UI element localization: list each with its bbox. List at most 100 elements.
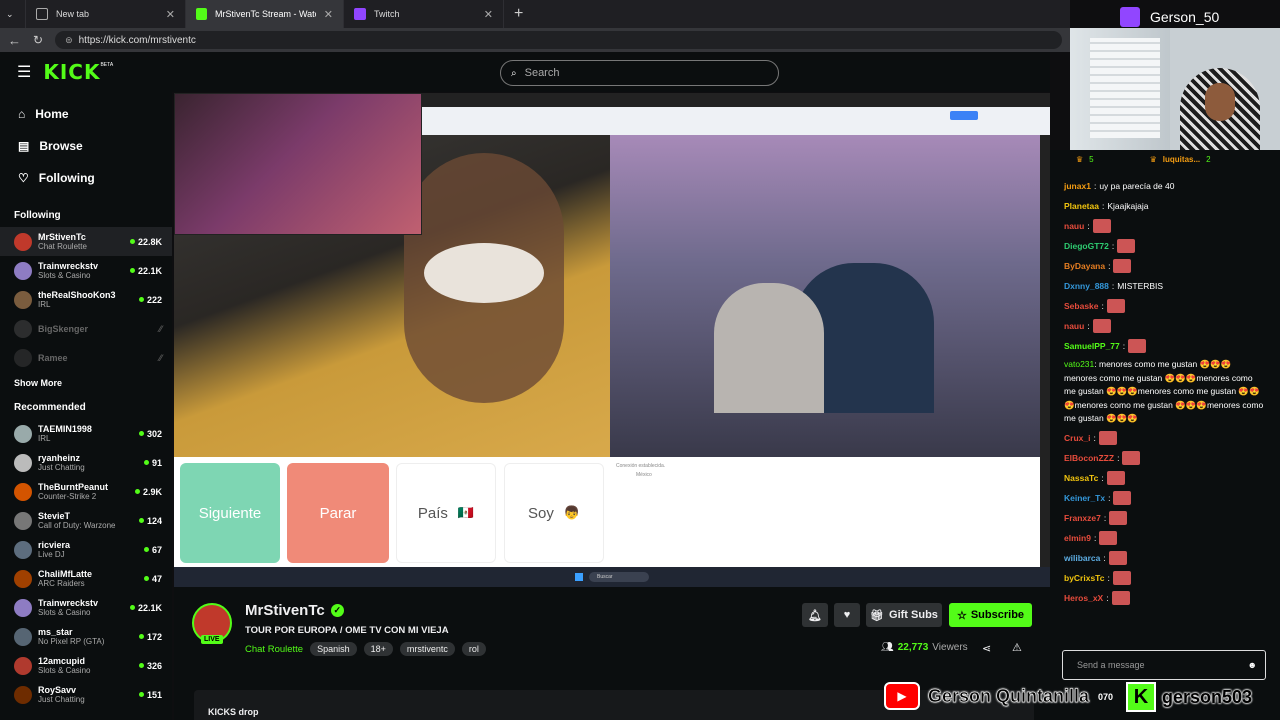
tag-mrstiventc[interactable]: mrstiventc [399, 642, 455, 656]
chat-username[interactable]: wilibarca [1064, 548, 1100, 568]
chat-username[interactable]: Planetaa [1064, 196, 1099, 216]
browser-tab-bar: ⌄ New tab ✕ MrStivenTc Stream - Watch Li… [0, 0, 1070, 28]
chat-username[interactable]: Franxze7 [1064, 508, 1101, 528]
sidebar-channel-ms_star[interactable]: ms_star No Pixel RP (GTA) 172 [0, 622, 172, 651]
tab-twitch[interactable]: Twitch ✕ [344, 0, 504, 28]
nav-label: Browse [39, 139, 83, 153]
sidebar-channel-ryanheinz[interactable]: ryanheinz Just Chatting 91 [0, 448, 172, 477]
siguiente-button[interactable]: Siguiente [180, 463, 280, 563]
report-icon[interactable]: ⚠ [1012, 641, 1022, 654]
close-icon[interactable]: ✕ [324, 8, 333, 21]
new-tab-button[interactable]: + [504, 5, 523, 23]
notification-button[interactable]: 🔔︎ [802, 603, 828, 627]
live-dot-icon [138, 663, 144, 668]
chat-username[interactable]: Keiner_Tx [1064, 488, 1105, 508]
sidebar-channel-ricviera[interactable]: ricviera Live DJ 67 [0, 535, 172, 564]
verified-icon: ✓ [330, 604, 344, 617]
channel-info: RoySavv Just Chatting [38, 685, 133, 704]
nav-home[interactable]: ⌂ Home [0, 98, 172, 130]
viewer-count: 151 [138, 690, 162, 700]
sidebar-channel-bigskenger[interactable]: BigSkenger ⁄⁄ [0, 314, 172, 343]
bell-icon: 🔔︎ [808, 609, 822, 622]
tag-spanish[interactable]: Spanish [310, 642, 357, 656]
emoji-icon[interactable]: ☻ [1248, 660, 1257, 670]
tab-new-tab[interactable]: New tab ✕ [26, 0, 186, 28]
chat-username[interactable]: Heros_xX [1064, 588, 1103, 608]
gift-label: Gift Subs [889, 609, 938, 621]
sidebar-channel-ramee[interactable]: Ramee ⁄⁄ [0, 343, 172, 372]
tag-18plus[interactable]: 18+ [363, 642, 393, 656]
chat-username[interactable]: Sebaske [1064, 296, 1099, 316]
show-more-link[interactable]: Show More [0, 372, 172, 394]
sidebar-channel-trainwreckstv[interactable]: Trainwreckstv Slots & Casino 22.1K [0, 256, 172, 285]
sidebar-channel-theburntpeanut[interactable]: TheBurntPeanut Counter-Strike 2 2.9K [0, 477, 172, 506]
subscribe-button[interactable]: ☆ Subscribe [949, 603, 1032, 627]
chat-message: byCrixsTc: [1050, 568, 1280, 588]
chat-username[interactable]: elmin9 [1064, 528, 1091, 548]
viewer-count: 2.9K [134, 487, 162, 497]
chat-username[interactable]: byCrixsTc [1064, 568, 1104, 588]
channel-name[interactable]: MrStivenTc [245, 602, 325, 619]
chat-username[interactable]: vato231 [1064, 359, 1094, 369]
tab-list-button[interactable]: ⌄ [0, 0, 26, 28]
sidebar-channel-chalimflatte[interactable]: ChaliMfLatte ARC Raiders 47 [0, 564, 172, 593]
nav-following[interactable]: ♡ Following [0, 162, 172, 194]
nav-browse[interactable]: ▤ Browse [0, 130, 172, 162]
viewer-count: 124 [138, 516, 162, 526]
tab-kick-stream[interactable]: MrStivenTc Stream - Watch Li... ✕ [186, 0, 344, 28]
chat-message: elmin9: [1050, 528, 1280, 548]
menu-icon[interactable]: ☰ [17, 62, 31, 82]
close-icon[interactable]: ✕ [484, 8, 493, 21]
sidebar-channel-trainwreckstv[interactable]: Trainwreckstv Slots & Casino 22.1K [0, 593, 172, 622]
sidebar-channel-therealshookon3[interactable]: theRealShooKon3 IRL 222 [0, 285, 172, 314]
chat-username[interactable]: Dxnny_888 [1064, 276, 1109, 296]
url-field[interactable]: ⊜ https://kick.com/mrstiventc [55, 31, 1062, 49]
gift-subs-button[interactable]: 🎁︎ Gift Subs [866, 603, 942, 627]
chat-username[interactable]: SamuelPP_77 [1064, 336, 1120, 356]
site-info-icon[interactable]: ⊜ [65, 35, 73, 46]
search-input[interactable]: ⌕ Search [500, 60, 779, 86]
sidebar-channel-mrstiventc[interactable]: MrStivenTc Chat Roulette 22.8K [0, 227, 172, 256]
gifter-count: 5 [1089, 154, 1094, 164]
chat-input[interactable]: Send a message ☻ [1062, 650, 1266, 680]
chat-username[interactable]: NassaTc [1064, 468, 1098, 488]
pais-button[interactable]: País 🇲🇽 [396, 463, 496, 563]
chat-message: Keiner_Tx: [1050, 488, 1280, 508]
avatar [14, 424, 32, 443]
sidebar-channel-taemin1998[interactable]: TAEMIN1998 IRL 302 [0, 419, 172, 448]
tag-rol[interactable]: rol [461, 642, 486, 656]
emote-icon [1111, 590, 1130, 605]
tab-label: Twitch [374, 9, 400, 19]
chat-username[interactable]: nauu [1064, 316, 1084, 336]
chat-username[interactable]: junax1 [1064, 176, 1091, 196]
stream-category[interactable]: Chat Roulette [245, 644, 303, 655]
chat-message: ByDayana: [1050, 256, 1280, 276]
sidebar-channel-steviet[interactable]: StevieT Call of Duty: Warzone 124 [0, 506, 172, 535]
home-icon: ⌂ [18, 107, 26, 121]
kick-logo[interactable]: KICK [43, 60, 100, 84]
viewer-number: 67 [151, 544, 162, 555]
channel-info: StevieT Call of Duty: Warzone [38, 511, 133, 530]
close-icon[interactable]: ✕ [166, 8, 175, 21]
chat-username[interactable]: nauu [1064, 216, 1084, 236]
video-player[interactable]: Siguiente Parar País 🇲🇽 Soy 👦 Conexión est… [174, 93, 1050, 587]
chat-username[interactable]: ElBoconZZZ [1064, 448, 1114, 468]
sidebar-channel-12amcupid[interactable]: 12amcupid Slots & Casino 326 [0, 651, 172, 680]
chat-username[interactable]: ByDayana [1064, 256, 1105, 276]
viewer-number: 47 [151, 573, 162, 584]
emote-icon [1117, 239, 1136, 253]
chat-message: junax1: uy pa parecía de 40 [1050, 176, 1280, 196]
back-icon[interactable]: ← [8, 33, 21, 48]
soy-button[interactable]: Soy 👦 [504, 463, 604, 563]
parar-button[interactable]: Parar [287, 463, 389, 563]
channel-category: Chat Roulette [38, 242, 87, 251]
chat-username[interactable]: DiegoGT72 [1064, 236, 1109, 256]
avatar [14, 511, 32, 530]
follow-button[interactable]: ♥ [834, 603, 860, 627]
chat-message: ElBoconZZZ: [1050, 448, 1280, 468]
chat-separator: : [1093, 432, 1096, 443]
share-icon[interactable]: ⋖ [982, 642, 991, 655]
reload-icon[interactable]: ↻ [33, 33, 43, 47]
sidebar-channel-roysavv[interactable]: RoySavv Just Chatting 151 [0, 680, 172, 709]
chat-username[interactable]: Crux_i [1064, 428, 1090, 448]
